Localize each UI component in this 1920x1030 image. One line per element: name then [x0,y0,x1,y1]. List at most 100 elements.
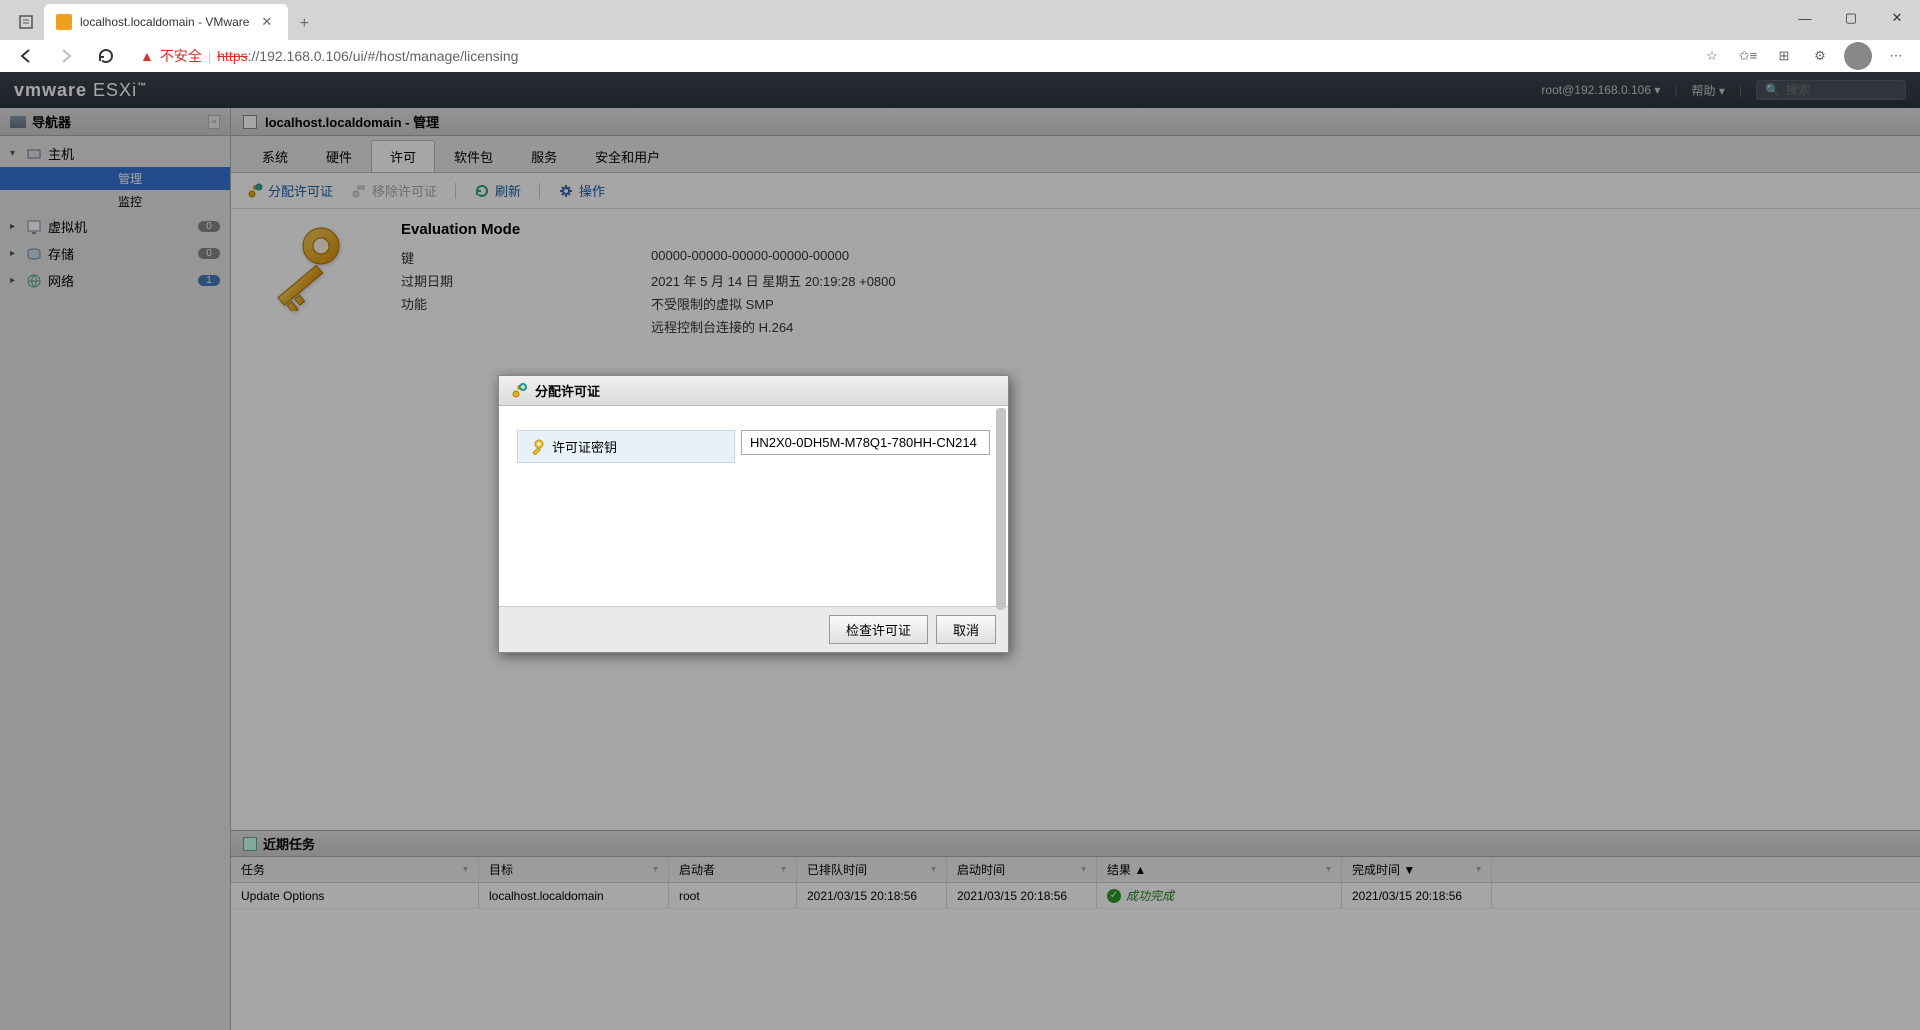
license-pane: Evaluation Mode 键00000-00000-00000-00000… [231,209,1920,830]
new-tab-button[interactable]: + [288,8,320,40]
actions-button[interactable]: 操作 [558,181,605,200]
minimize-button[interactable]: — [1782,0,1828,36]
th-result[interactable]: 结果 ▲▾ [1097,857,1342,882]
esxi-header: vmware ESXi™ root@192.168.0.106 ▾ | 帮助 ▾… [0,72,1920,108]
check-license-button[interactable]: 检查许可证 [829,615,928,644]
search-icon: 🔍 [1765,83,1780,97]
collections-icon[interactable]: ⊞ [1772,44,1796,68]
license-key-input[interactable] [741,430,990,455]
expire-label: 过期日期 [401,271,651,290]
browser-chrome: localhost.localdomain - VMware ✕ + — ▢ ✕… [0,0,1920,72]
help-menu[interactable]: 帮助 ▾ [1692,82,1725,99]
storage-count-badge: 0 [198,248,220,259]
key-assign-icon [247,183,263,199]
search-input[interactable] [1786,83,1920,97]
features-label: 功能 [401,294,651,313]
vmware-logo: vmware ESXi™ [14,80,147,101]
tab-hardware[interactable]: 硬件 [307,140,371,172]
breadcrumb: localhost.localdomain - 管理 [231,108,1920,136]
nav-bar: ▲ 不安全 | https://192.168.0.106/ui/#/host/… [0,40,1920,72]
profile-avatar[interactable] [1844,42,1872,70]
recent-tasks-panel: 近期任务 任务▾ 目标▾ 启动者▾ 已排队时间▾ 启动时间▾ 结果 ▲▾ 完成时… [231,830,1920,1030]
vmware-favicon-icon [56,14,72,30]
chevron-right-icon: ▸ [10,221,20,232]
dialog-footer: 检查许可证 取消 [499,606,1008,652]
sidebar: 导航器 ▫ ▾ 主机 管理 监控 ▸ 虚拟机 0 [0,108,231,1030]
tasks-header: 任务▾ 目标▾ 启动者▾ 已排队时间▾ 启动时间▾ 结果 ▲▾ 完成时间 ▼▾ [231,857,1920,883]
tab-title: localhost.localdomain - VMware [80,15,249,29]
extensions-icon[interactable]: ⚙ [1808,44,1832,68]
forward-button[interactable] [52,42,80,70]
insecure-icon: ▲ [140,48,154,64]
tasks-icon [243,837,257,851]
refresh-button[interactable] [92,42,120,70]
back-button[interactable] [12,42,40,70]
maximize-button[interactable]: ▢ [1828,0,1874,36]
browser-tab[interactable]: localhost.localdomain - VMware ✕ [44,4,288,40]
address-bar[interactable]: ▲ 不安全 | https://192.168.0.106/ui/#/host/… [132,46,1688,66]
key-assign-icon [511,383,527,399]
tab-actions-button[interactable] [8,4,44,40]
license-toolbar: 分配许可证 移除许可证 刷新 操作 [231,173,1920,209]
dialog-scrollbar[interactable] [996,408,1006,610]
tab-system[interactable]: 系统 [243,140,307,172]
assign-license-button[interactable]: 分配许可证 [247,181,333,200]
expire-value: 2021 年 5 月 14 日 星期五 20:19:28 +0800 [651,271,896,290]
sidebar-item-vms[interactable]: ▸ 虚拟机 0 [0,213,230,240]
gear-icon [558,183,574,199]
menu-button[interactable]: ⋯ [1884,44,1908,68]
sidebar-item-manage[interactable]: 管理 [0,167,230,190]
sidebar-item-monitor[interactable]: 监控 [0,190,230,213]
th-task[interactable]: 任务▾ [231,857,479,882]
key-value: 00000-00000-00000-00000-00000 [651,248,849,267]
tab-bar: localhost.localdomain - VMware ✕ + — ▢ ✕ [0,0,1920,40]
cancel-button[interactable]: 取消 [936,615,996,644]
sidebar-item-network[interactable]: ▸ 网络 1 [0,267,230,294]
security-label: 不安全 [160,46,202,66]
th-completed[interactable]: 完成时间 ▼▾ [1342,857,1492,882]
host-icon [243,115,257,129]
refresh-license-button[interactable]: 刷新 [474,181,521,200]
tab-services[interactable]: 服务 [512,140,576,172]
tab-license[interactable]: 许可 [371,140,435,172]
key-remove-icon [351,183,367,199]
network-count-badge: 1 [198,275,220,286]
dialog-title-bar[interactable]: 分配许可证 [499,376,1008,406]
license-key-icon [251,221,371,311]
sidebar-collapse-button[interactable]: ▫ [208,115,220,129]
sidebar-item-storage[interactable]: ▸ 存储 0 [0,240,230,267]
navigator-icon [10,116,26,128]
tab-security[interactable]: 安全和用户 [576,140,679,172]
refresh-icon [474,183,490,199]
sidebar-item-host[interactable]: ▾ 主机 [0,140,230,167]
favorite-icon[interactable]: ☆ [1700,44,1724,68]
success-icon: ✓ [1107,889,1121,903]
chevron-down-icon: ▾ [10,148,20,159]
license-mode: Evaluation Mode [401,221,897,238]
vm-icon [26,219,42,235]
close-window-button[interactable]: ✕ [1874,0,1920,36]
key-icon [528,439,544,455]
license-key-label: 许可证密钥 [517,430,735,463]
th-initiator[interactable]: 启动者▾ [669,857,797,882]
esxi-app: vmware ESXi™ root@192.168.0.106 ▾ | 帮助 ▾… [0,72,1920,1030]
favorites-list-icon[interactable]: ✩≡ [1736,44,1760,68]
remove-license-button: 移除许可证 [351,181,437,200]
chevron-right-icon: ▸ [10,248,20,259]
storage-icon [26,246,42,262]
tasks-title[interactable]: 近期任务 [231,831,1920,857]
global-search[interactable]: 🔍 ▾ [1756,80,1906,100]
manage-tabs: 系统 硬件 许可 软件包 服务 安全和用户 [231,136,1920,173]
vm-count-badge: 0 [198,221,220,232]
table-row[interactable]: Update Options localhost.localdomain roo… [231,883,1920,909]
main-content: localhost.localdomain - 管理 系统 硬件 许可 软件包 … [231,108,1920,1030]
th-queued[interactable]: 已排队时间▾ [797,857,947,882]
host-icon [26,146,42,162]
th-start[interactable]: 启动时间▾ [947,857,1097,882]
th-target[interactable]: 目标▾ [479,857,669,882]
tab-close-button[interactable]: ✕ [257,12,276,32]
tab-packages[interactable]: 软件包 [435,140,512,172]
assign-license-dialog: 分配许可证 许可证密钥 检查许可证 取消 [498,375,1009,653]
dialog-body: 许可证密钥 [499,406,1008,606]
user-menu[interactable]: root@192.168.0.106 ▾ [1541,83,1660,97]
